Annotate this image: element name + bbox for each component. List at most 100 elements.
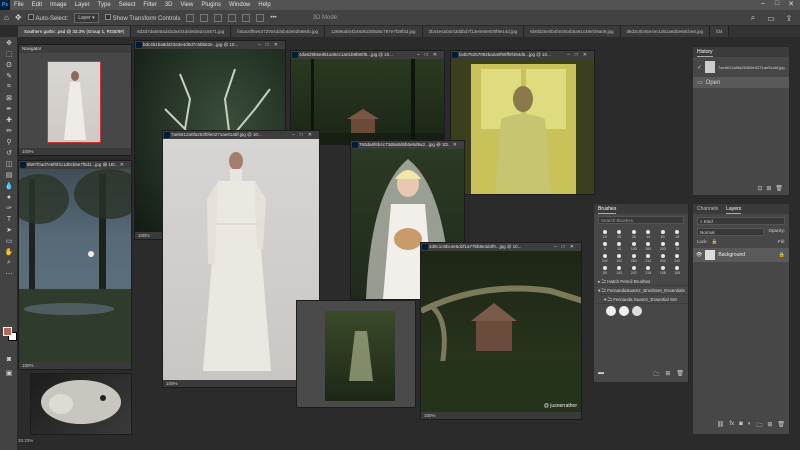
brush-preset[interactable]: 78 xyxy=(671,240,685,251)
more-options-icon[interactable]: ••• xyxy=(270,15,276,21)
trash-icon[interactable]: 🗑 xyxy=(775,185,783,192)
camera-icon[interactable]: ⊡ xyxy=(757,185,762,192)
align-bottom-icon[interactable] xyxy=(256,13,265,22)
history-brush-icon[interactable]: ↺ xyxy=(3,148,15,158)
menu-file[interactable]: File xyxy=(10,2,28,8)
more-tools-icon[interactable]: ⋯ xyxy=(3,269,15,279)
crop-tool-icon[interactable]: ⌗ xyxy=(3,82,15,92)
shape-tool-icon[interactable]: ▭ xyxy=(3,236,15,246)
brush-preset[interactable] xyxy=(619,306,629,316)
workspace-icon[interactable]: ▭ xyxy=(766,13,776,23)
eraser-tool-icon[interactable]: ◫ xyxy=(3,159,15,169)
color-swatches[interactable] xyxy=(3,327,17,341)
link-layers-icon[interactable]: ⛓ xyxy=(717,421,725,431)
close-icon[interactable]: ✕ xyxy=(784,0,798,8)
align-right-icon[interactable] xyxy=(214,13,223,22)
brush-preset[interactable]: 142 xyxy=(613,264,627,275)
brush-preset[interactable]: 214 xyxy=(642,252,656,263)
dodge-tool-icon[interactable]: ● xyxy=(3,192,15,202)
minimize-icon[interactable]: – xyxy=(756,0,770,8)
menu-select[interactable]: Select xyxy=(115,2,140,8)
lock-icon[interactable]: 🔒 xyxy=(712,239,718,245)
align-top-icon[interactable] xyxy=(228,13,237,22)
new-layer-icon[interactable]: ⊞ xyxy=(767,421,772,431)
blend-mode-select[interactable]: Normal xyxy=(697,228,765,236)
move-tool-icon[interactable]: ✥ xyxy=(15,13,22,22)
blur-tool-icon[interactable]: 💧 xyxy=(3,181,15,191)
menu-3d[interactable]: 3D xyxy=(161,2,177,8)
trash-icon[interactable]: 🗑 xyxy=(676,370,684,380)
menu-image[interactable]: Image xyxy=(46,2,71,8)
adjustment-icon[interactable]: ◐ xyxy=(748,421,752,431)
brush-preset[interactable]: 100 xyxy=(627,240,641,251)
brush-preset[interactable]: 242 xyxy=(671,252,685,263)
brush-folder-fernanda[interactable]: ▾ 🗀 FernandaSuarez_BrushSet_Essentials xyxy=(594,286,688,295)
brush-preset[interactable]: 9 xyxy=(598,240,612,251)
history-snapshot[interactable]: ✓ 7aeb612a0fa263f0fe0271ae91abf.jpg xyxy=(693,57,789,77)
channels-tab[interactable]: Channels xyxy=(697,204,718,214)
visibility-eye-icon[interactable]: 👁 xyxy=(696,252,702,258)
auto-select-dropdown[interactable]: Layer ▾ xyxy=(74,12,99,23)
foreground-color-swatch[interactable] xyxy=(3,327,12,336)
healing-tool-icon[interactable]: ✚ xyxy=(3,115,15,125)
brush-preset[interactable]: 15 xyxy=(598,228,612,239)
window-reflection[interactable] xyxy=(296,300,416,408)
brush-preset[interactable]: 14 xyxy=(642,228,656,239)
brush-preset[interactable]: 155 xyxy=(671,264,685,275)
window-old-house[interactable]: 4d9c1c8bc4e6d2f1a77bb9e3d4f0...jpg @ 10.… xyxy=(420,242,582,420)
eyedropper-tool-icon[interactable]: ✒ xyxy=(3,104,15,114)
brush-preset[interactable]: 263 xyxy=(627,252,641,263)
brush-preset[interactable]: 14 xyxy=(613,240,627,251)
quick-select-tool-icon[interactable]: ✎ xyxy=(3,71,15,81)
layer-filter-kind[interactable]: ⌕ Kind xyxy=(697,217,785,225)
window-sheep[interactable] xyxy=(30,373,132,435)
brush-preset[interactable] xyxy=(632,306,642,316)
brush-preset[interactable]: 158 xyxy=(656,264,670,275)
tab-doc-5[interactable]: 3b44e4afa043ddbd7f13e0e5e000f9e14d.jpg xyxy=(422,26,525,37)
brush-preset[interactable]: 200 xyxy=(656,240,670,251)
brush-preset[interactable]: 36 xyxy=(627,228,641,239)
marquee-tool-icon[interactable]: ⬚ xyxy=(3,49,15,59)
navigator-zoom[interactable]: 100% xyxy=(19,148,131,155)
search-icon[interactable]: ⌕ xyxy=(748,13,758,23)
brush-preset[interactable]: 242 xyxy=(627,264,641,275)
type-tool-icon[interactable]: T xyxy=(3,214,15,224)
brush-preset[interactable]: 192 xyxy=(613,252,627,263)
navigator-thumbnail[interactable] xyxy=(47,61,101,143)
zoom-tool-icon[interactable]: ⌕ xyxy=(3,258,15,268)
mask-icon[interactable]: ◙ xyxy=(739,421,743,431)
brush-tool-icon[interactable]: ✏ xyxy=(3,126,15,136)
tab-doc-2[interactable]: 8d3d7da505ad4bda404d4b6b5d4c6571.jpg xyxy=(131,26,232,37)
lasso-tool-icon[interactable]: ʘ xyxy=(3,60,15,70)
screen-mode-icon[interactable]: ▣ xyxy=(3,368,15,378)
group-icon[interactable]: 🗀 xyxy=(756,421,762,431)
tab-doc-3[interactable]: f45ac6ff5e6472004dd4b4de5d5684b.jpg xyxy=(231,26,325,37)
layer-background[interactable]: 👁 Background 🔒 xyxy=(693,248,789,262)
tab-doc-8[interactable]: fd4 xyxy=(710,26,730,37)
path-select-icon[interactable]: ➤ xyxy=(3,225,15,235)
maximize-icon[interactable]: □ xyxy=(770,0,784,8)
tab-southern-gothic[interactable]: Southern gothic .psd @ 33.3% (Group 1, R… xyxy=(18,26,132,37)
align-center-icon[interactable] xyxy=(200,13,209,22)
share-icon[interactable]: ⇪ xyxy=(784,13,794,23)
brush-folder-hatch[interactable]: ▸ 🗀 Hatch Pencil Brushes xyxy=(594,277,688,286)
brush-folder-essential[interactable]: ▾ 🗀 Fernanda Suarez_Essential Set xyxy=(594,295,688,304)
menu-filter[interactable]: Filter xyxy=(139,2,160,8)
brush-preset[interactable]: 18 xyxy=(671,228,685,239)
window-moss-trees[interactable]: 8b97f0ad7e6f6f4c1d0cb6e7f5d1...jpg @ 10.… xyxy=(18,160,132,370)
brush-preset[interactable]: 242 xyxy=(598,252,612,263)
window-moss-trees-zoom[interactable]: 100% xyxy=(19,362,131,369)
brush-preset[interactable]: 60 xyxy=(656,228,670,239)
menu-view[interactable]: View xyxy=(176,2,197,8)
folder-icon[interactable]: 🗀 xyxy=(653,370,659,380)
gradient-tool-icon[interactable]: ▤ xyxy=(3,170,15,180)
photoshop-logo-icon[interactable]: Ps xyxy=(0,0,10,10)
transform-controls-checkbox[interactable]: Show Transform Controls xyxy=(104,13,180,22)
menu-layer[interactable]: Layer xyxy=(71,2,94,8)
fx-icon[interactable]: fx xyxy=(729,421,734,431)
layers-tab[interactable]: Layers xyxy=(726,204,742,214)
menu-help[interactable]: Help xyxy=(254,2,274,8)
stamp-tool-icon[interactable]: ⚲ xyxy=(3,137,15,147)
auto-select-checkbox[interactable]: Auto-Select: xyxy=(27,13,68,22)
home-icon[interactable]: ⌂ xyxy=(4,13,9,22)
